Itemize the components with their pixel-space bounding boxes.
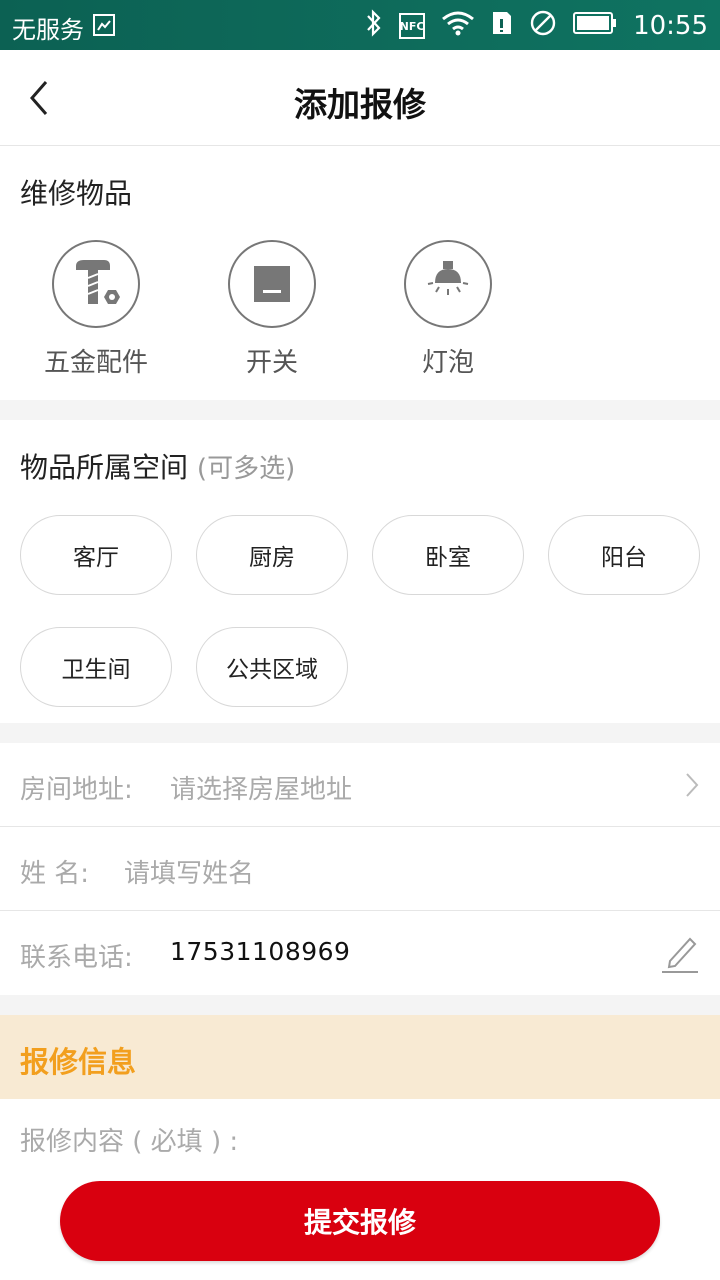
battery-icon [573, 11, 617, 41]
status-bar: 无服务 NFC 10:55 [0, 0, 720, 50]
page-title: 添加报修 [294, 85, 426, 124]
edit-pencil-icon[interactable] [660, 931, 700, 975]
sim-icon [92, 13, 116, 43]
wifi-icon [441, 10, 475, 42]
name-row: 姓 名: 请填写姓名 [0, 827, 720, 911]
repair-info-title: 报修信息 [20, 1045, 137, 1079]
space-title-text: 物品所属空间 [20, 451, 189, 484]
clock: 10:55 [633, 11, 708, 41]
switch-icon [228, 240, 316, 328]
space-option-public-area[interactable]: 公共区域 [196, 627, 348, 707]
space-section: 物品所属空间 (可多选) 客厅 厨房 卧室 阳台 卫生间 公共区域 [0, 420, 720, 723]
chevron-right-icon [686, 773, 699, 797]
space-option-living-room[interactable]: 客厅 [20, 515, 172, 595]
space-option-bathroom[interactable]: 卫生间 [20, 627, 172, 707]
repair-items-title: 维修物品 [20, 177, 133, 210]
name-input[interactable]: 请填写姓名 [124, 853, 254, 890]
repair-item-bulb[interactable]: 灯泡 [383, 240, 513, 379]
repair-item-hardware[interactable]: 五金配件 [31, 240, 161, 379]
repair-items-section: 维修物品 五金配件 开关 灯泡 [0, 146, 720, 400]
do-not-disturb-icon [529, 9, 557, 43]
space-hint: (可多选) [196, 454, 296, 484]
space-option-bedroom[interactable]: 卧室 [372, 515, 524, 595]
repair-item-label: 开关 [245, 348, 298, 378]
bluetooth-icon [365, 9, 383, 43]
address-row[interactable]: 房间地址: 请选择房屋地址 [0, 743, 720, 827]
repair-content-label: 报修内容 ( 必填 ) : [20, 1127, 239, 1157]
space-option-kitchen[interactable]: 厨房 [196, 515, 348, 595]
phone-input[interactable]: 17531108969 [170, 937, 350, 966]
space-option-balcony[interactable]: 阳台 [548, 515, 700, 595]
hardware-icon [52, 240, 140, 328]
bulb-icon [404, 240, 492, 328]
repair-item-switch[interactable]: 开关 [207, 240, 337, 379]
repair-info-header: 报修信息 [0, 1015, 720, 1099]
space-title: 物品所属空间 (可多选) [20, 446, 295, 486]
repair-item-label: 五金配件 [43, 348, 148, 378]
repair-item-label: 灯泡 [421, 348, 474, 378]
sd-card-icon [491, 10, 513, 42]
phone-label: 联系电话: [20, 943, 133, 973]
submit-repair-button[interactable]: 提交报修 [60, 1181, 660, 1261]
name-label: 姓 名: [20, 859, 90, 889]
phone-row: 联系电话: 17531108969 [0, 911, 720, 995]
carrier-label: 无服务 [12, 16, 84, 44]
nav-bar: 添加报修 [0, 50, 720, 146]
address-placeholder: 请选择房屋地址 [170, 775, 353, 805]
nfc-icon: NFC [399, 13, 426, 39]
address-label: 房间地址: [20, 775, 133, 805]
